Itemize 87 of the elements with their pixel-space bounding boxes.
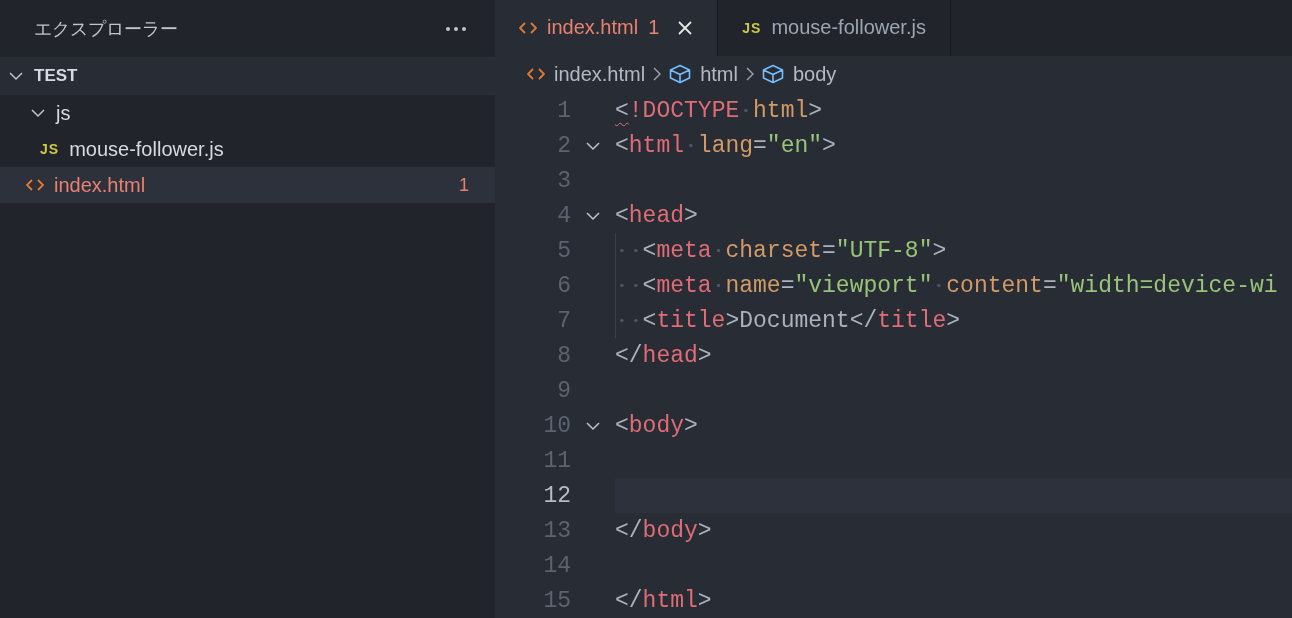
file-tree-item[interactable]: js <box>0 95 495 131</box>
editor-tab[interactable]: index.html 1 <box>495 0 719 56</box>
file-tree-item[interactable]: index.html 1 <box>0 167 495 203</box>
fold-chevron-icon[interactable] <box>585 210 601 221</box>
cube-icon <box>761 64 784 85</box>
problem-count: 1 <box>459 174 469 196</box>
code-token: head <box>628 202 685 229</box>
code-token: < <box>615 97 629 124</box>
code-token: </ <box>615 517 643 544</box>
line-number: 10 <box>542 412 571 439</box>
code-token: < <box>642 272 657 299</box>
breadcrumb-item[interactable]: index.html <box>527 62 646 86</box>
explorer-title: エクスプローラー <box>34 17 178 41</box>
line-number: 15 <box>542 587 571 614</box>
line-number: 8 <box>556 342 571 369</box>
code-token: > <box>932 237 947 264</box>
chevron-right-icon <box>653 67 662 82</box>
line-number: 14 <box>542 552 571 579</box>
code-token: meta <box>656 272 712 299</box>
folder-header[interactable]: TEST <box>0 57 495 95</box>
code-token: "viewport" <box>794 272 933 299</box>
file-tree-item[interactable]: JS mouse-follower.js <box>0 131 495 167</box>
cube-icon <box>669 64 692 85</box>
close-icon[interactable] <box>677 19 694 36</box>
code-token: </ <box>615 342 643 369</box>
line-number: 2 <box>556 132 571 159</box>
code-token: name <box>725 272 781 299</box>
code-token: = <box>822 237 836 264</box>
code-token: > <box>946 307 961 334</box>
code-token: charset <box>725 237 823 264</box>
code-editor[interactable]: 1 <!DOCTYPE html> 2 <html lang="en"> 3 4 <head> 5 <meta charset="UTF-8"> 6 <meta name="viewport" content="width=device-wi 7 <title>Document</title> 8 </head> 9 10 <body> 11 12 13 </body> 14 15 </html> <box>495 93 1292 618</box>
line-number: 12 <box>542 482 571 509</box>
code-token: < <box>615 202 629 229</box>
js-file-icon: JS <box>40 141 60 157</box>
js-file-icon: JS <box>742 19 762 36</box>
code-token: html <box>642 587 698 614</box>
code-token: < <box>615 132 629 159</box>
code-token: html <box>753 97 809 124</box>
code-token: > <box>808 97 823 124</box>
breadcrumb-item[interactable]: html <box>669 62 738 86</box>
code-token: </ <box>849 307 878 334</box>
code-token: > <box>697 587 712 614</box>
line-number: 9 <box>556 377 571 404</box>
code-token: meta <box>656 237 712 264</box>
code-token: </ <box>615 587 643 614</box>
line-number: 13 <box>542 517 571 544</box>
code-token: = <box>780 272 795 299</box>
code-token: "UTF-8" <box>835 237 933 264</box>
problem-count: 1 <box>648 16 660 40</box>
code-token: html <box>628 132 685 159</box>
line-number: 5 <box>556 237 571 264</box>
code-token: body <box>642 517 698 544</box>
line-number: 1 <box>556 97 571 124</box>
code-token: title <box>877 307 947 334</box>
fold-chevron-icon[interactable] <box>585 420 601 431</box>
line-number: 4 <box>556 202 571 229</box>
fold-chevron-icon[interactable] <box>585 140 601 151</box>
code-token: = <box>1042 272 1057 299</box>
code-token: head <box>642 342 698 369</box>
code-token: title <box>656 307 726 334</box>
code-token: > <box>822 132 836 159</box>
code-brackets-icon <box>519 20 537 35</box>
code-token: > <box>697 342 712 369</box>
code-token: > <box>684 202 698 229</box>
code-token: > <box>684 412 698 439</box>
code-token: > <box>697 517 712 544</box>
line-number: 11 <box>542 447 571 474</box>
code-token: < <box>642 237 657 264</box>
code-token: lang <box>697 132 754 159</box>
code-token: content <box>946 272 1043 299</box>
line-number: 6 <box>556 272 571 299</box>
code-token: = <box>753 132 767 159</box>
more-actions-icon[interactable] <box>445 25 467 32</box>
code-token: < <box>642 307 657 334</box>
code-token: < <box>615 412 629 439</box>
code-token: "width=device-wi <box>1056 272 1278 299</box>
chevron-right-icon <box>745 67 754 82</box>
code-token: > <box>725 307 740 334</box>
line-number: 7 <box>556 307 571 334</box>
code-brackets-icon <box>26 178 44 192</box>
code-token: body <box>628 412 685 439</box>
code-token: !DOCTYPE <box>628 97 740 124</box>
code-brackets-icon <box>527 67 545 82</box>
breadcrumb-item[interactable]: body <box>761 62 837 86</box>
line-number: 3 <box>556 167 571 194</box>
code-token: Document <box>739 307 850 334</box>
code-token: "en" <box>766 132 823 159</box>
